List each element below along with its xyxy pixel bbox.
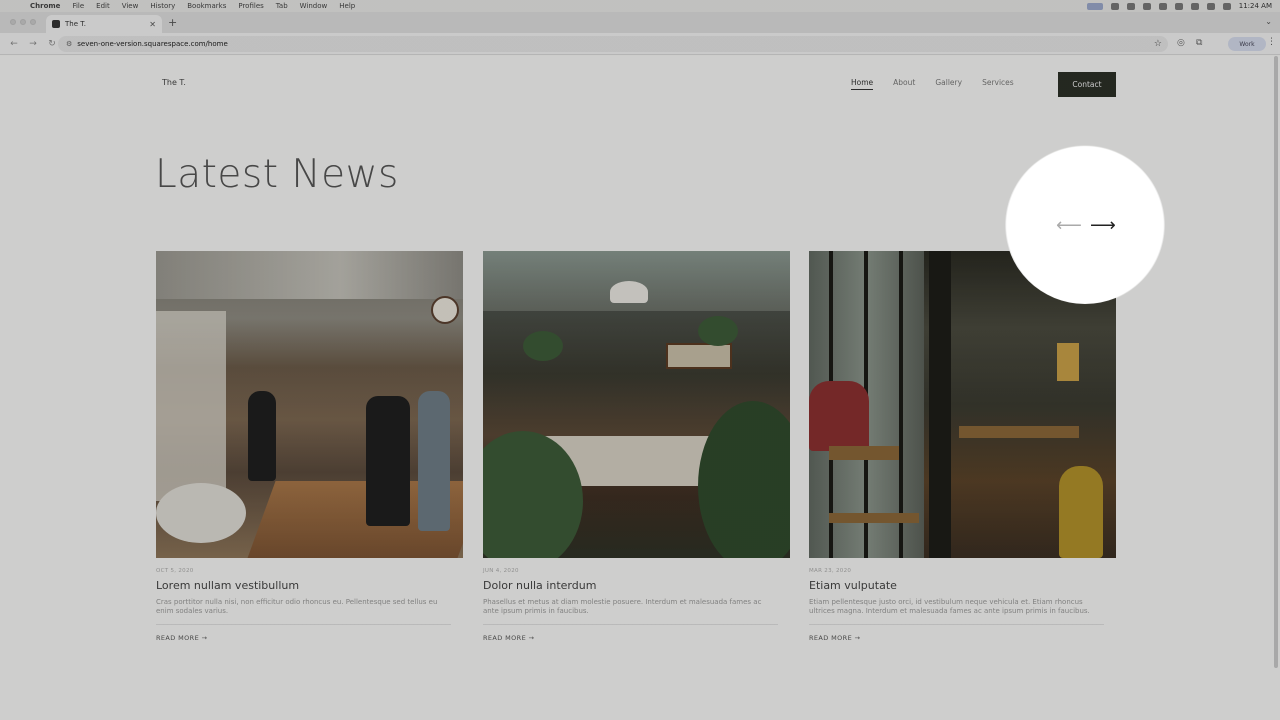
menu-board (666, 343, 732, 369)
wall-poster (1057, 343, 1079, 381)
hanging-plant (698, 316, 738, 346)
blog-card[interactable]: JUN 4, 2020 Dolor nulla interdum Phasell… (483, 251, 790, 642)
status-icon[interactable] (1158, 2, 1167, 10)
divider (156, 623, 451, 625)
status-icon[interactable] (1110, 2, 1119, 10)
pendant-lamp (610, 281, 648, 303)
yellow-vase (1059, 466, 1103, 558)
clock[interactable]: 11:24 AM (1239, 2, 1272, 10)
favicon-icon (52, 20, 60, 28)
window-controls (10, 19, 36, 25)
profile-button[interactable]: Work (1228, 37, 1266, 51)
cafe-plants-photo[interactable] (483, 251, 790, 558)
extensions-puzzle-icon[interactable]: ⧉ (1196, 38, 1202, 48)
cafe-counter-photo[interactable] (156, 251, 463, 558)
nav-services[interactable]: Services (982, 78, 1014, 90)
tab-title: The T. (65, 20, 86, 28)
status-icon[interactable] (1142, 2, 1151, 10)
customer-figure (366, 396, 410, 526)
minimize-window-button[interactable] (20, 19, 26, 25)
hanging-plant (523, 331, 563, 361)
site-navigation: Home About Gallery Services (851, 78, 1014, 90)
menu-wall (156, 311, 226, 501)
post-date: MAR 23, 2020 (809, 568, 852, 574)
menu-item-tab[interactable]: Tab (276, 2, 288, 10)
skylight (156, 251, 463, 299)
menu-item-view[interactable]: View (122, 2, 139, 10)
browser-tab[interactable]: The T. ✕ (46, 15, 162, 33)
spotlight-highlight (1005, 146, 1165, 304)
back-icon[interactable]: ← (9, 39, 19, 49)
status-icon[interactable] (1174, 2, 1183, 10)
menu-item-file[interactable]: File (72, 2, 84, 10)
extension-icon[interactable]: ◎ (1177, 38, 1185, 48)
black-pillar (929, 251, 951, 558)
contact-button[interactable]: Contact (1058, 72, 1116, 97)
post-date: OCT 5, 2020 (156, 568, 194, 574)
read-more-link[interactable]: READ MORE → (809, 634, 1116, 642)
url-field[interactable]: ⚙ seven-one-version.squarespace.com/home… (58, 36, 1168, 52)
post-excerpt: Cras porttitor nulla nisi, non efficitur… (156, 598, 438, 616)
blog-card[interactable]: MAR 23, 2020 Etiam vulputate Etiam pelle… (809, 251, 1116, 642)
bookmark-star-icon[interactable]: ☆ (1154, 39, 1162, 49)
post-title[interactable]: Lorem nullam vestibullum (156, 579, 463, 592)
address-bar-row: ← → ↻ ⚙ seven-one-version.squarespace.co… (0, 33, 1280, 55)
menu-item-window[interactable]: Window (300, 2, 328, 10)
customer-figure (418, 391, 450, 531)
chair-graphic (829, 446, 899, 460)
wall-clock-graphic (431, 296, 459, 324)
browser-menu-icon[interactable]: ⋮ (1267, 37, 1276, 47)
round-table (156, 483, 246, 543)
nav-home[interactable]: Home (851, 78, 874, 90)
divider (809, 623, 1104, 625)
barista-figure (248, 391, 276, 481)
search-icon[interactable] (1206, 2, 1215, 10)
web-page: The T. Home About Gallery Services Conta… (0, 56, 1280, 720)
menu-item-edit[interactable]: Edit (96, 2, 110, 10)
close-tab-icon[interactable]: ✕ (149, 20, 156, 29)
new-tab-icon[interactable]: + (168, 16, 177, 29)
site-title[interactable]: The T. (162, 78, 186, 87)
post-excerpt: Etiam pellentesque justo orci, id vestib… (809, 598, 1090, 616)
menu-item-app[interactable]: Chrome (30, 2, 60, 10)
read-more-link[interactable]: READ MORE → (483, 634, 790, 642)
forward-icon[interactable]: → (28, 39, 38, 49)
menu-item-help[interactable]: Help (339, 2, 355, 10)
nav-gallery[interactable]: Gallery (935, 78, 962, 90)
menu-bar-status-area: 11:24 AM (1086, 2, 1280, 10)
wifi-icon[interactable] (1190, 2, 1199, 10)
close-window-button[interactable] (10, 19, 16, 25)
nav-about[interactable]: About (893, 78, 915, 90)
carousel-next-arrow-icon[interactable]: ⟶ (1090, 217, 1116, 235)
menu-item-profiles[interactable]: Profiles (238, 2, 263, 10)
page-scrollbar[interactable] (1274, 56, 1278, 668)
post-date: JUN 4, 2020 (483, 568, 519, 574)
post-title[interactable]: Etiam vulputate (809, 579, 1116, 592)
post-title[interactable]: Dolor nulla interdum (483, 579, 790, 592)
screen-record-icon[interactable] (1086, 2, 1103, 10)
site-info-icon[interactable]: ⚙ (66, 40, 72, 48)
control-center-icon[interactable] (1222, 2, 1231, 10)
window-frame (899, 251, 903, 558)
table-graphic (959, 426, 1079, 438)
post-excerpt: Phasellus et metus at diam molestie posu… (483, 598, 762, 616)
maximize-window-button[interactable] (30, 19, 36, 25)
menu-item-history[interactable]: History (150, 2, 175, 10)
url-text: seven-one-version.squarespace.com/home (77, 40, 228, 48)
reload-icon[interactable]: ↻ (47, 39, 57, 49)
read-more-link[interactable]: READ MORE → (156, 634, 463, 642)
seated-person (809, 381, 869, 451)
carousel-prev-arrow-icon[interactable]: ⟵ (1056, 217, 1082, 235)
table-graphic (829, 513, 919, 523)
tab-search-chevron-icon[interactable]: ⌄ (1265, 17, 1272, 26)
tab-strip: The T. ✕ + ⌄ (0, 12, 1280, 33)
macos-menu-bar: Chrome File Edit View History Bookmarks … (0, 0, 1280, 12)
foreground-plant (698, 401, 790, 558)
divider (483, 623, 778, 625)
section-heading: Latest News (155, 152, 399, 197)
blog-card[interactable]: OCT 5, 2020 Lorem nullam vestibullum Cra… (156, 251, 463, 642)
menu-item-bookmarks[interactable]: Bookmarks (187, 2, 226, 10)
status-icon[interactable] (1126, 2, 1135, 10)
